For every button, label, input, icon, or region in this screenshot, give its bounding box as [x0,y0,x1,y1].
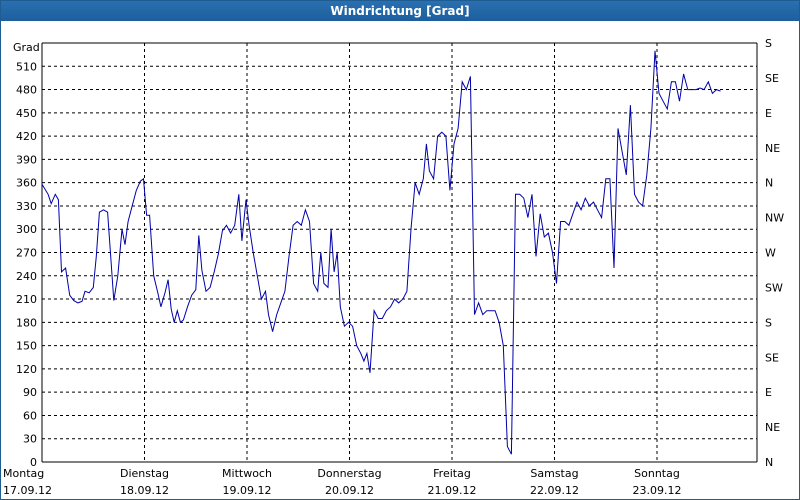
x-tick-day: Samstag [530,467,578,480]
x-tick-date: 20.09.12 [325,484,374,497]
right-tick-label: NE [765,142,780,155]
left-tick-label: 510 [16,60,37,73]
x-tick-day: Freitag [433,467,471,480]
right-tick-label: S [765,37,772,50]
x-tick-date: 23.09.12 [633,484,682,497]
left-tick-label: 240 [16,270,37,283]
right-tick-label: NW [765,212,784,225]
right-tick-label: W [765,247,776,260]
left-tick-label: 270 [16,247,37,260]
y-axis-label: Grad [13,41,40,54]
left-tick-label: 120 [16,363,37,376]
right-tick-label: SE [765,72,779,85]
left-tick-label: 330 [16,200,37,213]
right-tick-label: E [765,386,772,399]
left-tick-label: 90 [23,386,37,399]
right-tick-label: SE [765,351,779,364]
right-tick-label: SW [765,281,783,294]
x-tick-date: 17.09.12 [3,484,52,497]
left-tick-label: 30 [23,433,37,446]
x-tick-date: 18.09.12 [120,484,169,497]
left-tick-label: 420 [16,130,37,143]
chart-title: Windrichtung [Grad] [1,1,799,21]
left-tick-label: 60 [23,409,37,422]
left-tick-label: 300 [16,223,37,236]
x-tick-day: Montag [3,467,44,480]
x-tick-day: Mittwoch [222,467,272,480]
left-tick-label: 480 [16,84,37,97]
right-tick-labels: N NE E SE S SW W NW N NE E SE S [765,37,784,469]
right-tick-label: E [765,107,772,120]
left-tick-label: 450 [16,107,37,120]
x-tick-date: 21.09.12 [428,484,477,497]
x-tick-labels: Montag 17.09.12 Dienstag 18.09.12 Mittwoch 19… [3,467,681,497]
right-tick-label: NE [765,421,780,434]
grid-lines [42,43,757,462]
x-tick-day: Sonntag [634,467,680,480]
x-tick-day: Donnerstag [317,467,381,480]
right-tick-label: N [765,177,773,190]
chart-window: Windrichtung [Grad] Grad 0 30 60 90 120 150 18… [0,0,800,500]
left-tick-label: 210 [16,293,37,306]
right-tick-label: S [765,316,772,329]
x-tick-date: 19.09.12 [223,484,272,497]
left-tick-label: 150 [16,340,37,353]
left-tick-label: 390 [16,153,37,166]
left-tick-label: 180 [16,316,37,329]
left-tick-labels: 0306090120150180210240270300330360390420… [16,60,37,469]
left-tick-label: 360 [16,177,37,190]
x-tick-date: 22.09.12 [530,484,579,497]
x-tick-day: Dienstag [120,467,169,480]
wind-direction-chart: Grad 03060901201501802102402703003303603… [3,37,784,497]
right-tick-label: N [765,456,773,469]
